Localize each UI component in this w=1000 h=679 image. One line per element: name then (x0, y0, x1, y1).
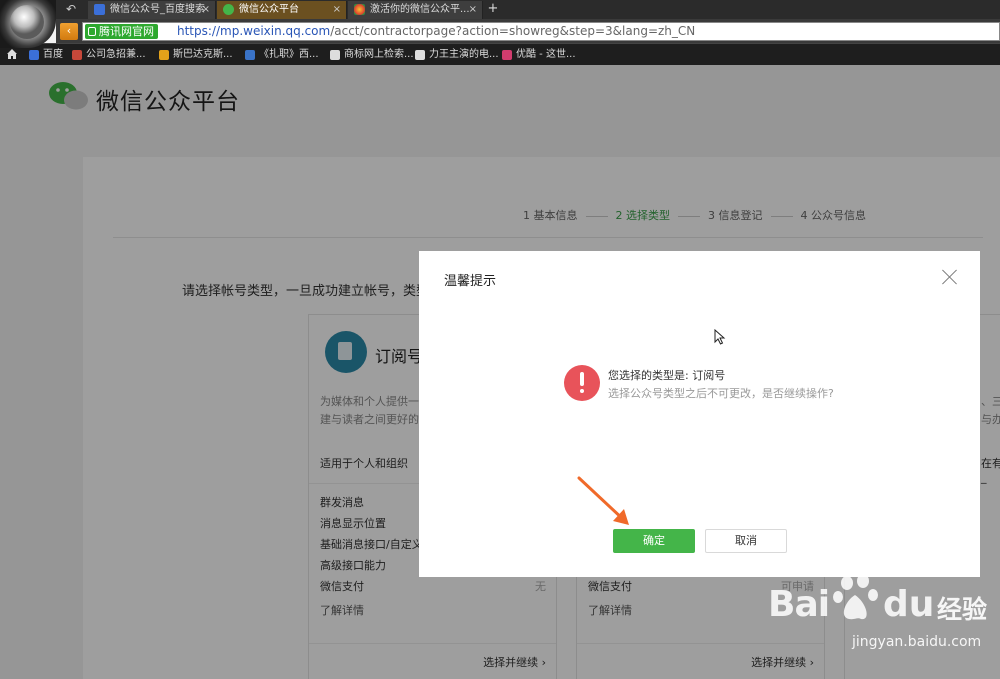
page-icon (330, 50, 340, 60)
watermark-url: jingyan.baidu.com (852, 634, 982, 650)
xl-icon (245, 50, 255, 60)
confirm-dialog: 温馨提示 您选择的类型是: 订阅号 选择公众号类型之后不可更改，是否继续操作? … (419, 251, 980, 577)
baidu-jingyan-watermark: Bai du 经验 jingyan.baidu.com (765, 570, 995, 675)
youku-icon (502, 50, 512, 60)
close-tab-icon[interactable]: × (469, 1, 477, 18)
tab-bar: ↶ 微信公众号_百度搜索 × 微信公众平台 × 激活你的微信公众平... × + (0, 0, 1000, 19)
bookmark-recruit[interactable]: 公司急招兼... (72, 47, 146, 63)
bookmark-label: 《扎职》西... (259, 49, 319, 60)
bookmark-trademark[interactable]: 商标网上检索... (330, 47, 414, 63)
tab-label: 微信公众平台 (239, 4, 299, 15)
bookmark-label: 商标网上检索... (344, 49, 414, 60)
confirm-button[interactable]: 确定 (613, 529, 695, 553)
bookmark-bar: 百度 公司急招兼... 斯巴达克斯... 《扎职》西... 商标网上检索... … (0, 43, 1000, 65)
baidu-paw-icon (833, 574, 878, 620)
chrome-favicon-icon (354, 4, 365, 15)
watermark-du: du (883, 584, 935, 625)
bookmark-youku[interactable]: 优酷 - 这世... (502, 47, 576, 63)
site-identity-badge[interactable]: 腾讯网官网 (85, 24, 158, 39)
mouse-cursor-icon (714, 329, 726, 345)
dialog-title: 温馨提示 (444, 274, 497, 289)
lock-icon (88, 27, 96, 36)
tab-label: 激活你的微信公众平... (370, 4, 470, 15)
bookmark-liwang[interactable]: 力王主演的电... (415, 47, 499, 63)
url-host: https://mp.weixin.qq.com (177, 24, 331, 38)
browser-logo-icon[interactable] (0, 0, 56, 48)
bookmark-label: 力王主演的电... (429, 49, 499, 60)
site-badge-label: 腾讯网官网 (99, 25, 154, 38)
baidu-favicon-icon (94, 4, 105, 15)
bookmark-baidu[interactable]: 百度 (29, 47, 63, 63)
watermark-jingyan: 经验 (937, 595, 988, 624)
recruit-icon (72, 50, 82, 60)
bookmark-label: 优酷 - 这世... (516, 49, 576, 60)
dialog-submessage: 选择公众号类型之后不可更改，是否继续操作? (608, 387, 834, 400)
back-button[interactable]: ‹ (60, 23, 78, 40)
bookmark-label: 公司急招兼... (86, 49, 146, 60)
new-tab-button[interactable]: + (485, 1, 501, 19)
bookmark-label: 斯巴达克斯... (173, 49, 233, 60)
baidu-icon (29, 50, 39, 60)
cancel-button[interactable]: 取消 (705, 529, 787, 553)
wechat-favicon-icon (223, 4, 234, 15)
address-bar: ‹ 腾讯网官网 https://mp.weixin.qq.com/acct/co… (56, 19, 1000, 43)
close-tab-icon[interactable]: × (202, 1, 210, 18)
close-tab-icon[interactable]: × (333, 1, 341, 18)
tab-label: 微信公众号_百度搜索 (110, 4, 205, 15)
url-text: https://mp.weixin.qq.com/acct/contractor… (177, 23, 695, 40)
warning-icon (564, 365, 600, 401)
tab-activate-weixin[interactable]: 激活你的微信公众平... × (348, 1, 483, 19)
bookmark-label: 百度 (43, 49, 63, 60)
tab-baidu-search[interactable]: 微信公众号_百度搜索 × (88, 1, 216, 19)
dialog-message: 您选择的类型是: 订阅号 (608, 369, 726, 382)
bookmark-spartacus[interactable]: 斯巴达克斯... (159, 47, 233, 63)
bookmark-zhazhi[interactable]: 《扎职》西... (245, 47, 319, 63)
back-arrow-icon[interactable]: ↶ (60, 1, 82, 19)
close-icon[interactable] (942, 269, 958, 285)
tab-weixin-platform[interactable]: 微信公众平台 × (217, 1, 347, 19)
page-icon (415, 50, 425, 60)
watermark-bai: Bai (768, 584, 830, 625)
annotation-arrow-icon (577, 476, 629, 525)
v-icon (159, 50, 169, 60)
home-icon[interactable] (6, 48, 18, 60)
url-input[interactable]: 腾讯网官网 https://mp.weixin.qq.com/acct/cont… (82, 22, 1000, 41)
url-path: /acct/contractorpage?action=showreg&step… (330, 24, 696, 38)
